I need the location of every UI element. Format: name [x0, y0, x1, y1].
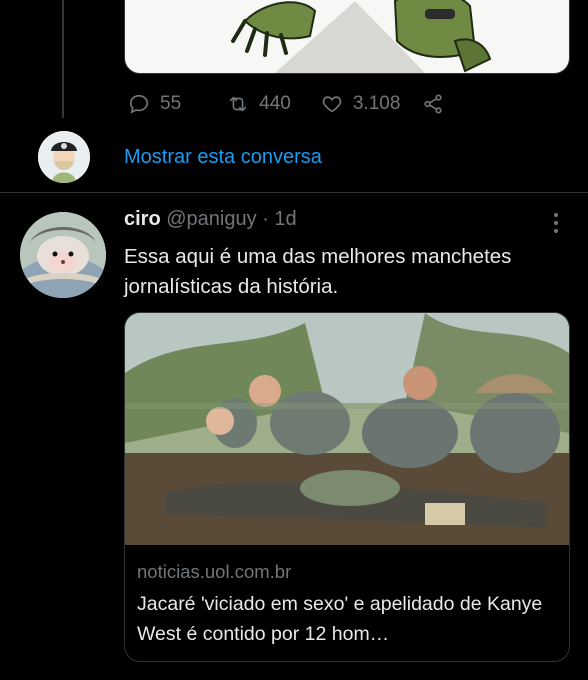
share-icon	[424, 94, 443, 114]
tweet-header: ciro @paniguy · 1d	[124, 208, 297, 231]
author-avatar[interactable]	[20, 212, 106, 298]
previous-tweet-media[interactable]	[124, 0, 570, 74]
like-button[interactable]: 3.108	[321, 93, 401, 115]
reply-icon	[129, 94, 149, 114]
share-button[interactable]	[422, 93, 444, 115]
hedgehog-avatar-image	[20, 212, 106, 298]
header-separator: ·	[262, 208, 269, 230]
author-name[interactable]: ciro	[124, 208, 161, 230]
show-thread-link[interactable]: Mostrar esta conversa	[124, 146, 322, 169]
reply-button[interactable]: 55	[128, 93, 181, 115]
thread-connector-line	[62, 0, 64, 118]
thread-author-avatar[interactable]	[38, 131, 90, 183]
retweet-count: 440	[259, 93, 291, 114]
cartoon-illustration	[231, 0, 492, 73]
reply-count: 55	[160, 93, 182, 114]
retweet-icon	[229, 96, 247, 112]
like-count: 3.108	[352, 93, 401, 114]
tweet-divider	[0, 192, 588, 193]
link-domain: noticias.uol.com.br	[137, 561, 292, 582]
previous-tweet-actions: 55 440 3.108	[128, 90, 474, 118]
avatar-illustration	[38, 131, 90, 183]
retweet-button[interactable]: 440	[227, 93, 291, 115]
like-icon	[322, 96, 342, 113]
author-handle[interactable]: @paniguy	[166, 208, 256, 230]
news-photo	[125, 313, 569, 545]
link-preview-card[interactable]: noticias.uol.com.br Jacaré 'viciado em s…	[124, 312, 570, 662]
tweet-text: Essa aqui é uma das melhores manchetes j…	[124, 245, 512, 298]
tweet-timestamp[interactable]: 1d	[274, 208, 296, 230]
more-icon[interactable]	[546, 210, 566, 236]
link-title: Jacaré 'viciado em sexo' e apelidado de …	[137, 593, 543, 645]
